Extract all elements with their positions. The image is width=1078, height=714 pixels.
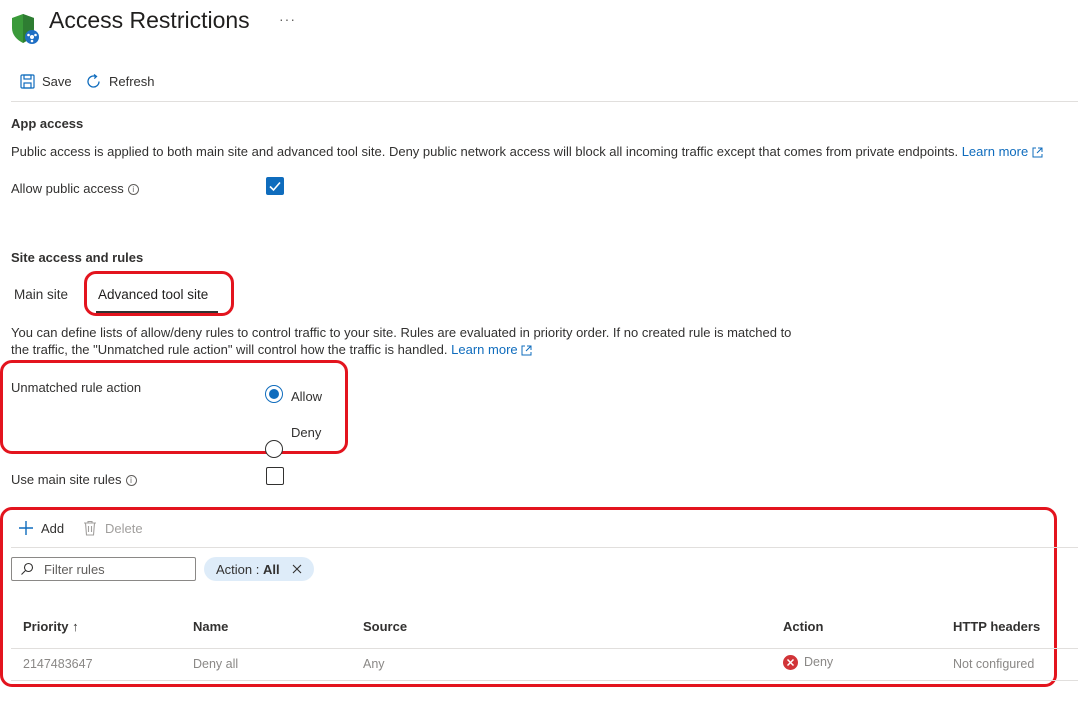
tab-main-site[interactable]: Main site — [14, 287, 68, 302]
rules-toolbar-divider — [11, 547, 1078, 548]
allow-public-access-label: Allow public access i — [11, 181, 139, 196]
use-main-site-rules-checkbox[interactable] — [266, 467, 284, 485]
delete-label: Delete — [105, 520, 143, 536]
pill-value: All — [262, 561, 280, 577]
learn-more-text: Learn more — [451, 342, 518, 357]
app-access-learn-more-link[interactable]: Learn more — [962, 144, 1043, 159]
refresh-button[interactable]: Refresh — [85, 73, 155, 90]
cell-action-text: Deny — [804, 655, 834, 669]
allow-public-access-text: Allow public access — [11, 181, 124, 196]
column-header-source[interactable]: Source — [363, 619, 407, 634]
site-access-description-line2: the traffic, the "Unmatched rule action"… — [11, 342, 532, 357]
site-access-learn-more-link[interactable]: Learn more — [451, 342, 532, 357]
save-button[interactable]: Save — [20, 74, 72, 89]
radio-deny-label[interactable]: Deny — [291, 425, 321, 440]
cell-action: Deny — [783, 655, 834, 671]
site-access-description-line1: You can define lists of allow/deny rules… — [11, 325, 792, 340]
table-row[interactable]: 2147483647 Deny all Any Deny Not configu… — [11, 649, 1057, 679]
cell-priority: 2147483647 — [23, 657, 93, 671]
add-rule-button[interactable]: Add — [18, 520, 64, 536]
checkmark-icon — [269, 181, 281, 192]
cell-source: Any — [363, 657, 385, 671]
column-header-http-headers[interactable]: HTTP headers — [953, 619, 1040, 634]
delete-rule-button[interactable]: Delete — [82, 520, 143, 536]
info-icon[interactable]: i — [125, 475, 137, 487]
column-header-priority[interactable]: Priority ↑ — [23, 619, 79, 634]
pill-prefix: Action : — [216, 561, 263, 577]
page-title: Access Restrictions — [49, 7, 250, 33]
radio-allow-label[interactable]: Allow — [291, 389, 322, 404]
column-header-name[interactable]: Name — [193, 619, 228, 634]
action-filter-text: Action : All — [216, 562, 280, 577]
cell-http-headers: Not configured — [953, 657, 1035, 671]
save-label: Save — [42, 74, 72, 89]
allow-public-access-checkbox[interactable] — [266, 177, 284, 195]
refresh-icon — [85, 73, 102, 90]
action-filter-pill[interactable]: Action : All — [204, 557, 314, 581]
column-header-action[interactable]: Action — [783, 619, 823, 634]
save-icon — [20, 74, 35, 89]
app-access-heading: App access — [11, 116, 84, 131]
app-access-description-text: Public access is applied to both main si… — [11, 144, 959, 159]
table-row-divider — [11, 680, 1078, 681]
use-main-site-rules-label: Use main site rules i — [11, 472, 137, 487]
add-label: Add — [41, 520, 65, 536]
info-icon[interactable]: i — [127, 184, 139, 196]
external-link-icon — [1032, 147, 1043, 158]
external-link-icon — [521, 345, 532, 356]
delete-icon — [82, 520, 98, 536]
description-line2-text: the traffic, the "Unmatched rule action"… — [11, 342, 448, 357]
deny-icon — [783, 655, 798, 671]
add-icon — [18, 520, 34, 536]
filter-rules-input[interactable]: Filter rules — [11, 557, 196, 581]
more-actions-button[interactable]: ··· — [279, 11, 296, 27]
refresh-label: Refresh — [109, 74, 155, 89]
filter-placeholder: Filter rules — [44, 561, 105, 577]
highlight-tab-box — [84, 271, 234, 316]
close-icon[interactable] — [292, 564, 302, 574]
search-icon — [20, 562, 34, 576]
toolbar-divider — [11, 101, 1078, 102]
site-access-heading: Site access and rules — [11, 250, 144, 265]
radio-deny[interactable] — [265, 440, 283, 458]
learn-more-text: Learn more — [961, 144, 1029, 159]
resource-icon — [10, 13, 40, 45]
use-main-site-rules-text: Use main site rules — [11, 472, 122, 487]
unmatched-rule-action-label: Unmatched rule action — [11, 380, 142, 395]
cell-name: Deny all — [193, 657, 239, 671]
app-access-description: Public access is applied to both main si… — [11, 144, 1043, 159]
radio-allow[interactable] — [265, 385, 283, 403]
